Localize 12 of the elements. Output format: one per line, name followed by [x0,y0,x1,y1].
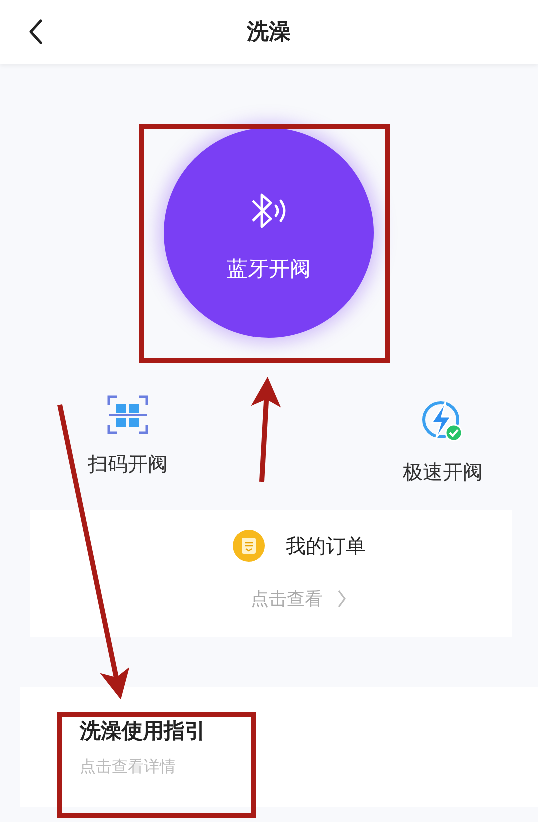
guide-title: 洗澡使用指引 [80,719,207,745]
qr-scan-icon [106,393,150,437]
back-icon[interactable] [28,19,44,45]
guide-card[interactable]: 洗澡使用指引 点击查看详情 [20,687,538,807]
bluetooth-unlock-button[interactable]: 蓝牙开阀 [164,128,374,338]
unlock-option[interactable]: 极速开阀 [403,399,483,486]
page-title: 洗澡 [247,18,291,46]
order-icon [232,529,266,563]
unlock-option[interactable]: 扫码开阀 [88,393,168,486]
chevron-right-icon [337,589,347,609]
guide-subtitle: 点击查看详情 [80,758,177,778]
order-title: 我的订单 [286,534,366,560]
